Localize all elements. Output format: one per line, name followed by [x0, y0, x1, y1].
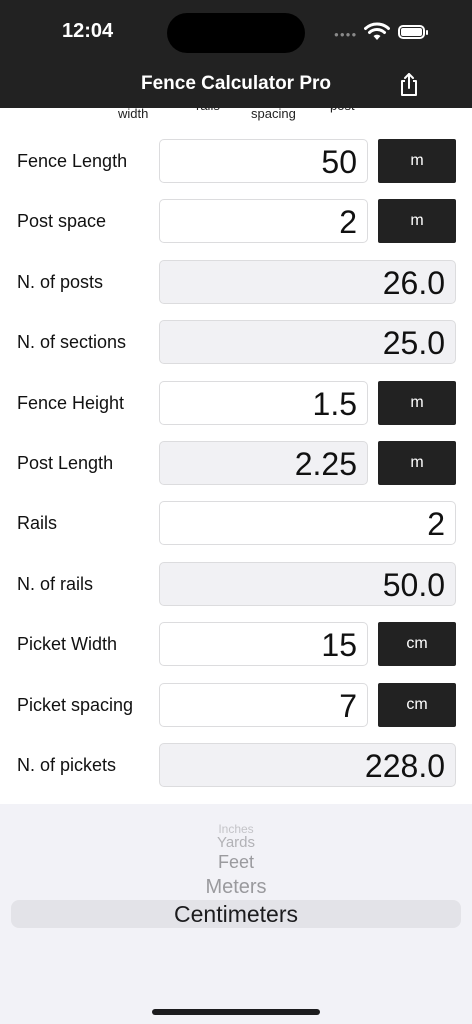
- post-space-unit-button[interactable]: m: [378, 199, 456, 243]
- picket-spacing-label: Picket spacing: [17, 695, 134, 715]
- form-row-picket-spacing: Picket spacing 7 cm: [0, 682, 472, 728]
- rails-input[interactable]: 2: [159, 501, 456, 545]
- scrolled-partial-labels: width rails spacing post: [0, 92, 472, 122]
- form-row-post-length: Post Length 2.25 m: [0, 440, 472, 486]
- post-space-input[interactable]: 2: [159, 199, 368, 243]
- picket-spacing-unit-button[interactable]: cm: [378, 683, 456, 727]
- post-length-label: Post Length: [17, 453, 114, 473]
- dynamic-island: [167, 13, 305, 53]
- post-length-unit-button[interactable]: m: [378, 441, 456, 485]
- fence-height-input[interactable]: 1.5: [159, 381, 368, 425]
- form-row-fence-height: Fence Height 1.5 m: [0, 380, 472, 426]
- partial-label-post: post: [330, 98, 355, 113]
- form-row-n-of-posts: N. of posts 26.0: [0, 259, 472, 305]
- status-time: 12:04: [62, 20, 114, 42]
- partial-label-rails: rails: [196, 98, 220, 113]
- post-length-result: 2.25: [159, 441, 368, 485]
- signal-icon: ●●●●: [334, 30, 358, 39]
- picker-option-yards[interactable]: Yards: [0, 834, 472, 851]
- n-of-pickets-result: 228.0: [159, 743, 456, 787]
- form-row-rails: Rails 2: [0, 500, 472, 546]
- rails-label: Rails: [17, 513, 58, 533]
- n-of-pickets-label: N. of pickets: [17, 755, 117, 775]
- home-indicator: [152, 1009, 320, 1015]
- n-of-sections-label: N. of sections: [17, 332, 127, 352]
- form-row-n-of-pickets: N. of pickets 228.0: [0, 742, 472, 788]
- partial-label-width: width: [118, 106, 149, 121]
- n-of-rails-label: N. of rails: [17, 574, 94, 594]
- picket-width-unit-button[interactable]: cm: [378, 622, 456, 666]
- post-space-label: Post space: [17, 211, 107, 231]
- picket-spacing-input[interactable]: 7: [159, 683, 368, 727]
- fence-length-input[interactable]: 50: [159, 139, 368, 183]
- fence-length-unit-button[interactable]: m: [378, 139, 456, 183]
- picket-width-label: Picket Width: [17, 634, 118, 654]
- partial-label-spacing: spacing: [251, 106, 296, 121]
- picker-option-centimeters[interactable]: Centimeters: [0, 901, 472, 928]
- picker-option-feet[interactable]: Feet: [0, 852, 472, 873]
- picket-width-input[interactable]: 15: [159, 622, 368, 666]
- n-of-posts-result: 26.0: [159, 260, 456, 304]
- form-row-n-of-rails: N. of rails 50.0: [0, 561, 472, 607]
- form-row-post-space: Post space 2 m: [0, 198, 472, 244]
- fence-height-label: Fence Height: [17, 393, 125, 413]
- unit-picker[interactable]: Inches Yards Feet Meters Centimeters: [0, 804, 472, 1024]
- form-row-fence-length: Fence Length 50 m: [0, 138, 472, 184]
- battery-icon: [398, 25, 428, 39]
- n-of-rails-result: 50.0: [159, 562, 456, 606]
- form-row-picket-width: Picket Width 15 cm: [0, 621, 472, 667]
- form-row-n-of-sections: N. of sections 25.0: [0, 319, 472, 365]
- fence-length-label: Fence Length: [17, 151, 128, 171]
- n-of-posts-label: N. of posts: [17, 272, 104, 292]
- wifi-icon: [364, 22, 390, 40]
- n-of-sections-result: 25.0: [159, 320, 456, 364]
- fence-height-unit-button[interactable]: m: [378, 381, 456, 425]
- picker-option-meters[interactable]: Meters: [0, 876, 472, 899]
